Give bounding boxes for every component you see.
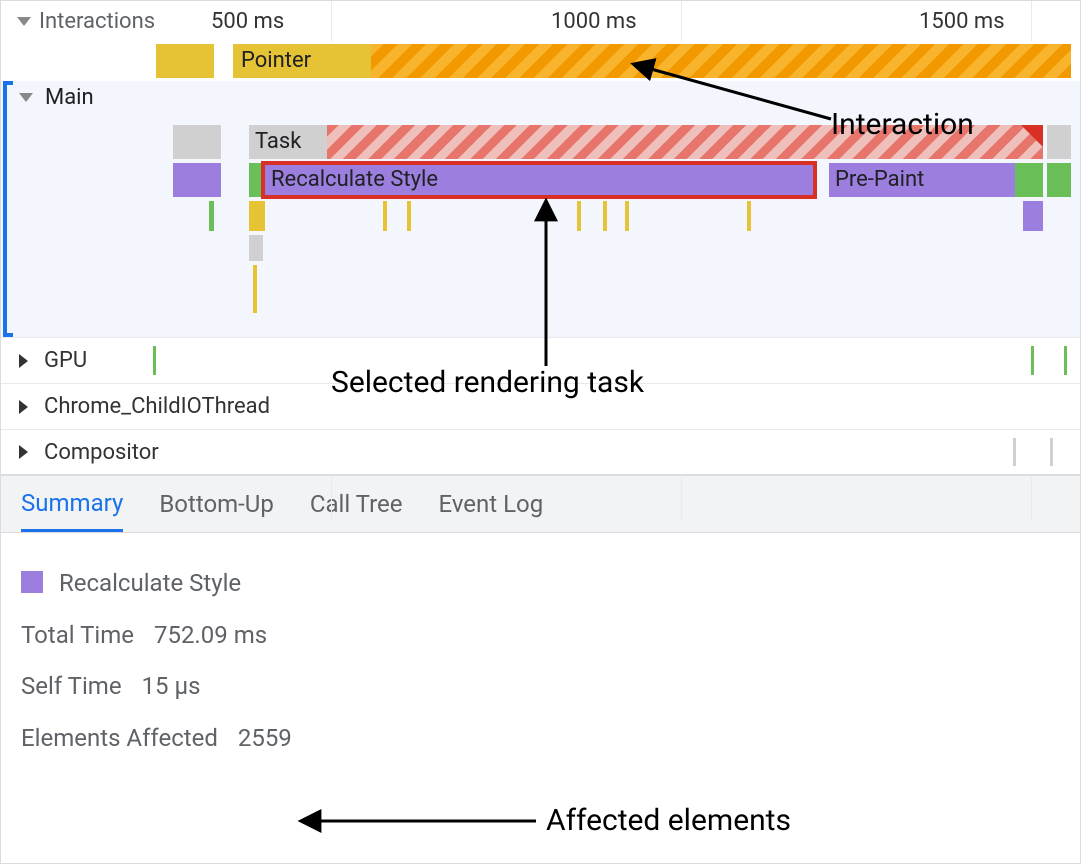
color-swatch [21,571,43,593]
tick-mark[interactable] [249,235,263,261]
long-task-warning [327,125,1043,159]
chevron-right-icon [19,445,28,459]
tab-summary[interactable]: Summary [21,476,123,532]
arrow-icon [311,806,541,836]
ruler-tick-500: 500 ms [211,9,284,34]
child-io-label: Chrome_ChildIOThread [44,394,270,419]
chevron-down-icon [19,93,33,102]
tick-mark[interactable] [249,201,265,231]
tick-mark[interactable] [603,201,607,231]
compositor-label: Compositor [44,440,159,465]
ruler-tick-1000: 1000 ms [551,9,637,34]
pre-paint-block[interactable]: Pre-Paint [829,163,1015,197]
purple-small[interactable] [1023,201,1043,231]
total-time-value: 752.09 ms [154,621,267,649]
total-time-label: Total Time [21,621,134,649]
green-block[interactable] [1047,163,1071,197]
time-ruler: Interactions 500 ms 1000 ms 1500 ms [1,1,1080,41]
task-block-long[interactable]: Task [249,125,1043,159]
ruler-tick-1500: 1500 ms [919,9,1005,34]
interactions-track-header[interactable]: Interactions [1,1,155,41]
task-block[interactable] [1047,125,1071,159]
self-time-value: 15 µs [142,672,201,700]
gpu-mark[interactable] [153,346,156,375]
long-task-corner-icon [1021,125,1043,147]
tick-mark[interactable] [253,265,257,313]
child-io-thread-header[interactable]: Chrome_ChildIOThread [1,383,1080,429]
selection-highlight [261,161,817,199]
tick-mark[interactable] [577,201,581,231]
chevron-down-icon [17,17,31,26]
tick-mark[interactable] [407,201,411,231]
details-tabs: Summary Bottom-Up Call Tree Event Log [1,475,1080,533]
tick-mark[interactable] [383,201,387,231]
annotation-affected-elements: Affected elements [546,803,791,838]
elements-affected-value: 2559 [238,724,292,752]
tick-mark[interactable] [747,201,751,231]
interaction-long-tail[interactable] [371,44,1071,78]
green-block[interactable] [1015,163,1043,197]
tab-call-tree[interactable]: Call Tree [310,476,403,532]
interaction-segment[interactable] [156,44,214,78]
purple-block[interactable] [173,163,221,197]
interactions-label: Interactions [39,9,155,34]
pointer-interaction[interactable]: Pointer [233,44,371,78]
tick-mark[interactable] [625,201,629,231]
summary-panel: Recalculate Style Total Time 752.09 ms S… [1,533,1080,783]
self-time-label: Self Time [21,672,122,700]
tick-mark[interactable] [209,201,214,231]
gpu-label: GPU [44,348,87,373]
elements-affected-label: Elements Affected [21,724,218,752]
pointer-label: Pointer [241,48,311,73]
prepaint-label: Pre-Paint [835,167,924,192]
summary-title: Recalculate Style [59,569,241,597]
tab-bottom-up[interactable]: Bottom-Up [159,476,274,532]
main-thread-track[interactable]: Main Task Recalculate Style Pre-Paint [1,81,1080,337]
gpu-mark[interactable] [1064,346,1067,375]
performance-flame-chart[interactable]: Interactions 500 ms 1000 ms 1500 ms Poin… [1,1,1080,475]
compositor-track-header[interactable]: Compositor [1,429,1080,475]
tab-event-log[interactable]: Event Log [438,476,543,532]
chevron-right-icon [19,354,28,368]
compositor-mark[interactable] [1050,438,1053,466]
compositor-mark[interactable] [1013,438,1016,466]
main-track-label: Main [45,85,94,110]
task-label: Task [255,129,301,154]
chevron-right-icon [19,400,28,414]
gpu-mark[interactable] [1031,346,1034,375]
task-block[interactable] [173,125,221,159]
gpu-track-header[interactable]: GPU [1,337,1080,383]
interactions-row: Pointer [1,41,1080,81]
